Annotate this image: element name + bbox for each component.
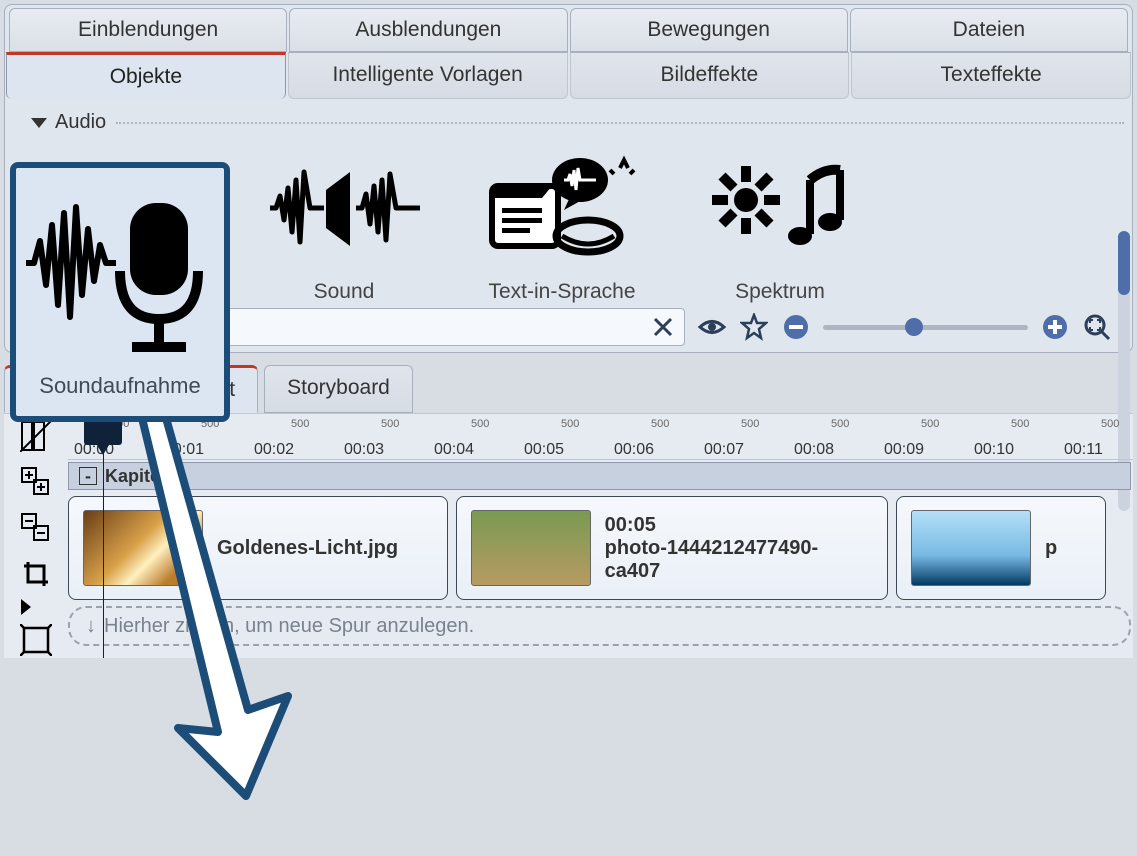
- ruler-subtick: 500: [741, 418, 759, 430]
- tab-container: Einblendungen Ausblendungen Bewegungen D…: [5, 5, 1132, 99]
- star-icon[interactable]: [739, 312, 769, 342]
- ruler-subtick: 500: [471, 418, 489, 430]
- scrollbar-thumb[interactable]: [1118, 231, 1130, 295]
- ruler-tick: 00:05: [524, 441, 564, 459]
- ruler-tick: 00:06: [614, 441, 654, 459]
- down-arrow-icon: ↓: [86, 615, 96, 638]
- tool-tracks-icon[interactable]: [18, 418, 54, 454]
- chapter-collapse-icon[interactable]: -: [79, 467, 97, 485]
- eye-icon[interactable]: [697, 312, 727, 342]
- tool-bounds-icon[interactable]: [18, 622, 54, 658]
- clear-search-icon[interactable]: [648, 312, 678, 342]
- tab-fadeout[interactable]: Ausblendungen: [289, 8, 567, 52]
- ruler-subtick: 500: [561, 418, 579, 430]
- clip-thumbnail: [471, 510, 591, 586]
- tool-play-icon[interactable]: [21, 599, 31, 615]
- ruler-tick: 00:09: [884, 441, 924, 459]
- ruler-tick: 00:04: [434, 441, 474, 459]
- group-title: Audio: [55, 111, 106, 134]
- ruler-subtick: 500: [381, 418, 399, 430]
- tool-add-track-icon[interactable]: [18, 464, 54, 500]
- clip-filename: photo-1444212477490-ca407: [605, 537, 873, 583]
- clip-meta: 00:05photo-1444212477490-ca407: [605, 514, 873, 583]
- tab-templates[interactable]: Intelligente Vorlagen: [288, 52, 568, 99]
- tab-motion[interactable]: Bewegungen: [570, 8, 848, 52]
- group-divider: [116, 122, 1124, 124]
- timeline-toolcol: [4, 414, 68, 658]
- drag-preview-label: Soundaufnahme: [39, 373, 200, 399]
- clip-item[interactable]: p: [896, 496, 1106, 600]
- zoom-in-button[interactable]: [1040, 312, 1070, 342]
- ruler-subtick: 500: [1011, 418, 1029, 430]
- obj-tts-label: Text-in-Sprache: [488, 280, 635, 304]
- tab-imagefx[interactable]: Bildeffekte: [570, 52, 850, 99]
- ruler-tick: 00:11: [1064, 441, 1103, 459]
- zoom-out-button[interactable]: [781, 312, 811, 342]
- zoom-fit-icon[interactable]: [1082, 312, 1112, 342]
- clip-time: 00:05: [605, 514, 873, 537]
- zoom-knob[interactable]: [905, 318, 923, 336]
- drag-preview-soundaufnahme[interactable]: Soundaufnahme: [10, 162, 230, 422]
- ruler-tick: 00:03: [344, 441, 384, 459]
- microphone-wave-icon: [20, 185, 220, 365]
- tab-objects[interactable]: Objekte: [6, 52, 286, 99]
- tab-textfx[interactable]: Texteffekte: [851, 52, 1131, 99]
- obj-sound-label: Sound: [314, 280, 375, 304]
- clip-meta: p: [1045, 537, 1057, 560]
- tool-remove-track-icon[interactable]: [18, 510, 54, 546]
- clip-thumbnail: [911, 510, 1031, 586]
- obj-tts[interactable]: Text-in-Sprache: [467, 144, 657, 304]
- ruler-tick: 00:10: [974, 441, 1014, 459]
- spectrum-icon: [700, 144, 860, 274]
- obj-spectrum[interactable]: Spektrum: [685, 144, 875, 304]
- speaker-wave-icon: [264, 144, 424, 274]
- ruler-subtick: 500: [1101, 418, 1119, 430]
- obj-sound[interactable]: Sound: [249, 144, 439, 304]
- clip-item[interactable]: 00:05photo-1444212477490-ca407: [456, 496, 888, 600]
- obj-spectrum-label: Spektrum: [735, 280, 825, 304]
- group-header-audio[interactable]: Audio: [31, 111, 1124, 134]
- collapse-triangle-icon: [31, 118, 47, 128]
- tabs-top-row: Einblendungen Ausblendungen Bewegungen D…: [5, 5, 1132, 52]
- zoom-slider[interactable]: [823, 325, 1028, 330]
- tts-icon: [482, 144, 642, 274]
- drag-arrow-indicator: [118, 412, 318, 812]
- tabs-bottom-row: Objekte Intelligente Vorlagen Bildeffekt…: [5, 52, 1132, 99]
- tab-files[interactable]: Dateien: [850, 8, 1128, 52]
- ruler-subtick: 500: [921, 418, 939, 430]
- clip-filename: p: [1045, 537, 1057, 560]
- ruler-subtick: 500: [651, 418, 669, 430]
- ruler-tick: 00:08: [794, 441, 834, 459]
- tool-crop-icon[interactable]: [18, 556, 54, 592]
- zoom-track: [823, 325, 1028, 330]
- ruler-tick: 00:07: [704, 441, 744, 459]
- tab-storyboard[interactable]: Storyboard: [264, 365, 413, 413]
- ruler-subtick: 500: [831, 418, 849, 430]
- tab-fadein[interactable]: Einblendungen: [9, 8, 287, 52]
